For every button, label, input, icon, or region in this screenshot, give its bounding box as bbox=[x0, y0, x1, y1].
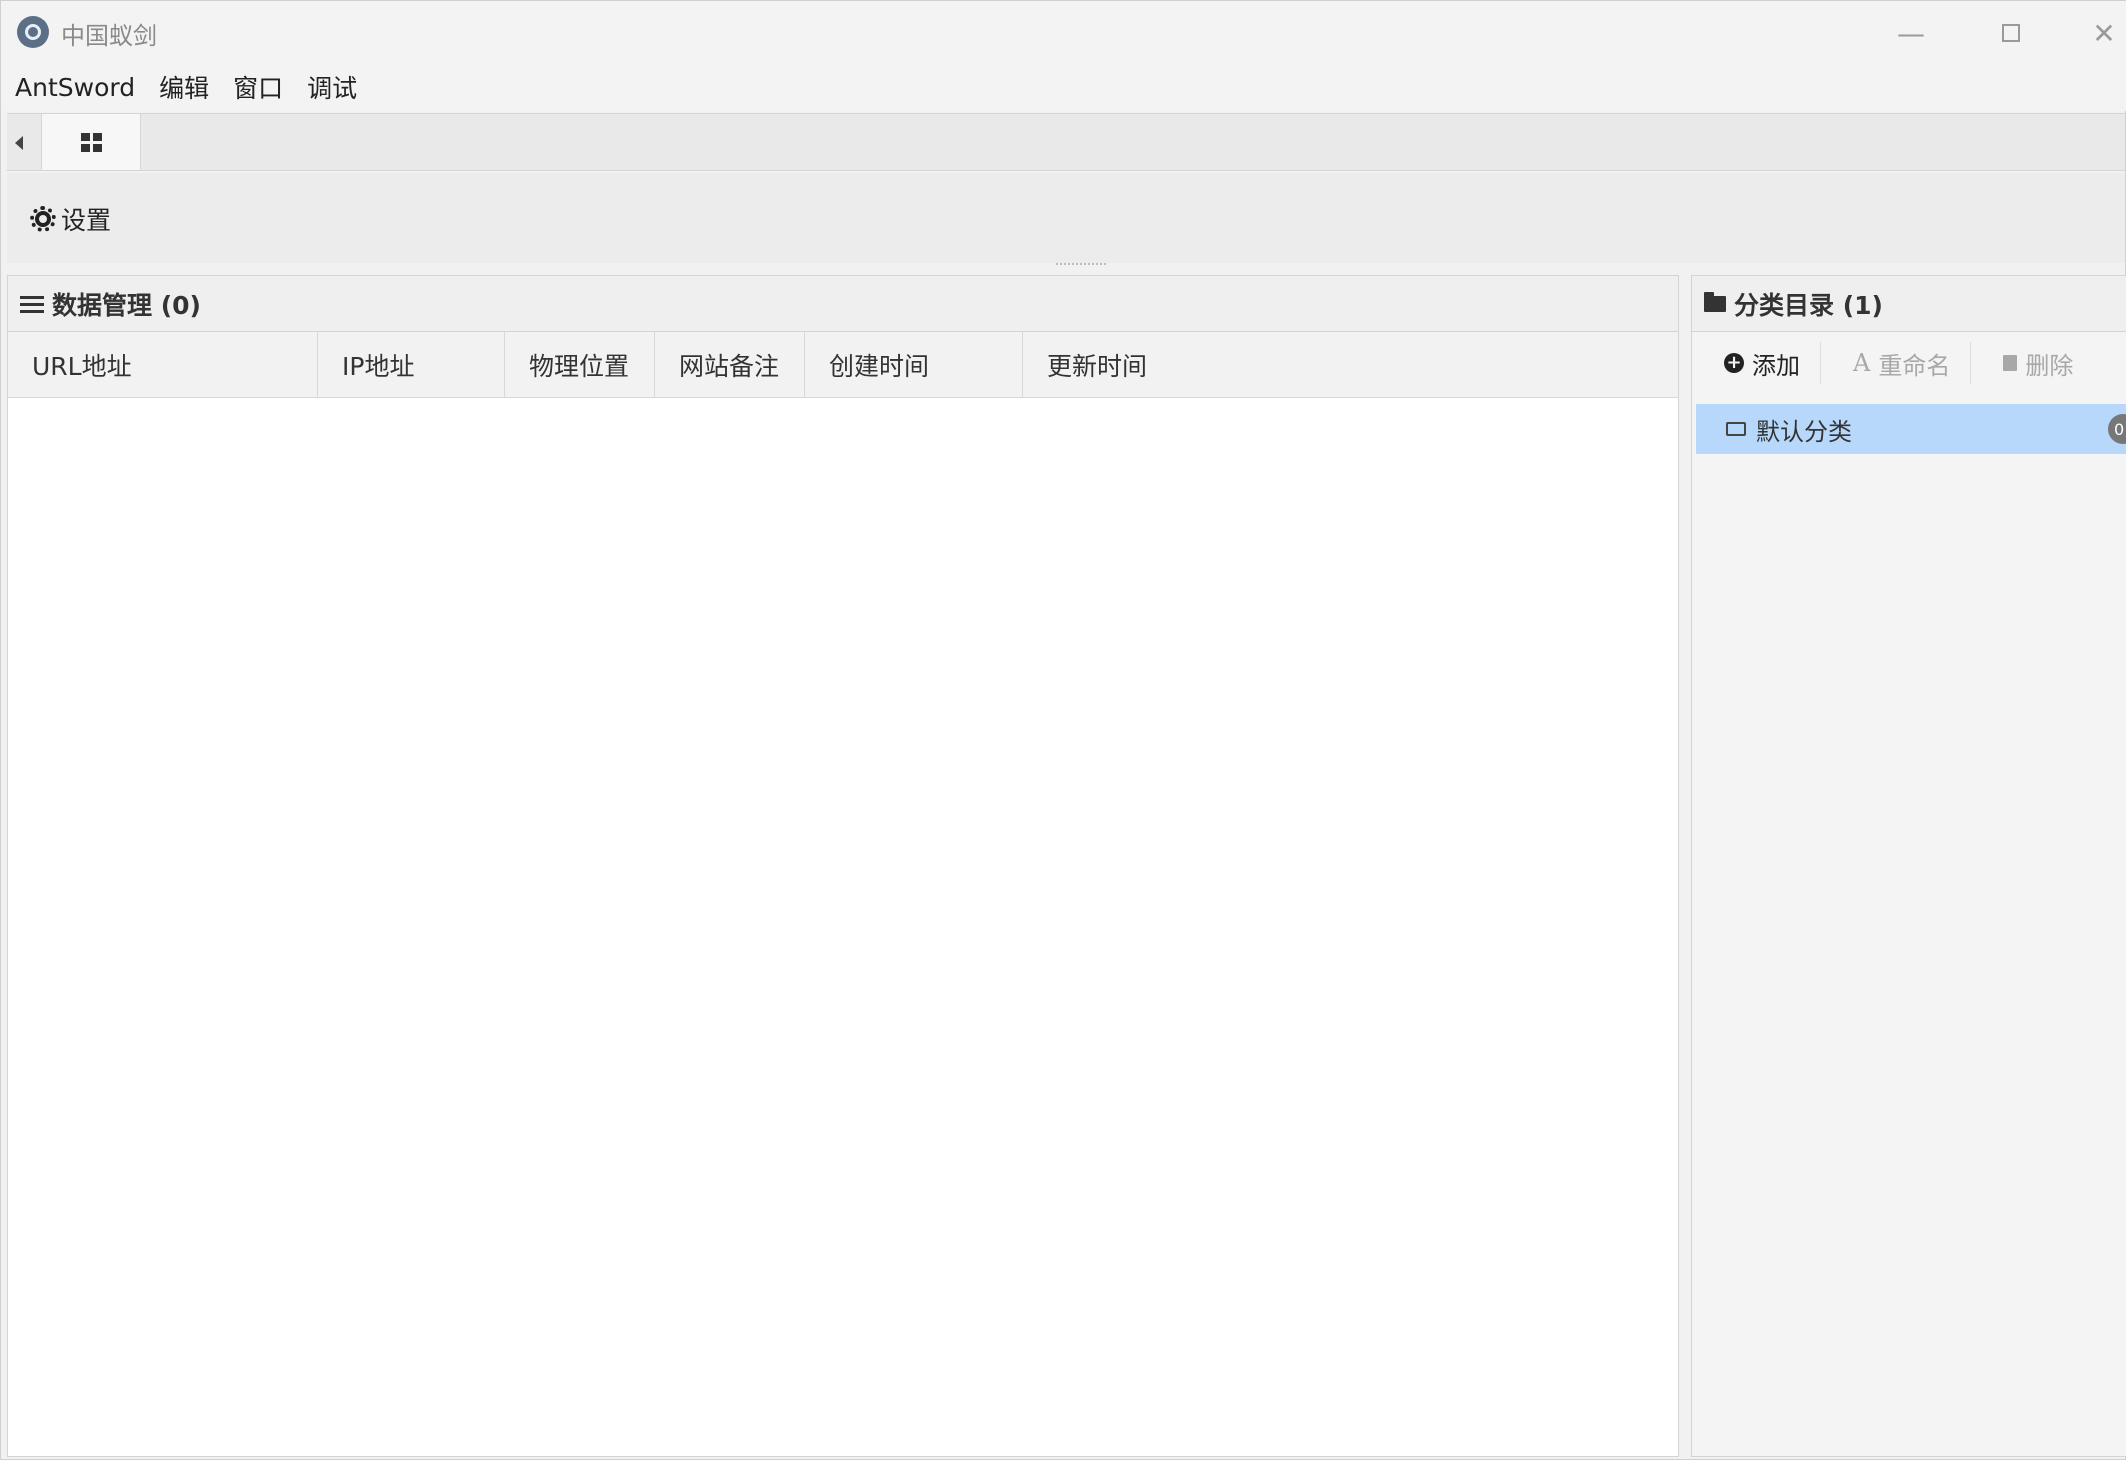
minimize-button[interactable]: — bbox=[1881, 11, 1941, 55]
menu-edit[interactable]: 编辑 bbox=[147, 69, 221, 105]
category-panel-header: 分类目录 (1) bbox=[1692, 276, 2126, 332]
add-category-button[interactable]: + 添加 bbox=[1692, 342, 1821, 384]
menu-window[interactable]: 窗口 bbox=[221, 69, 295, 105]
main-toolbar: 设置 bbox=[7, 173, 2125, 263]
trash-icon bbox=[2003, 355, 2018, 371]
resize-grip[interactable] bbox=[1056, 263, 1106, 269]
close-button[interactable]: ✕ bbox=[2081, 11, 2126, 55]
category-item-label: 默认分类 bbox=[1756, 417, 1852, 446]
menu-antsword[interactable]: AntSword bbox=[1, 73, 147, 102]
window-title: 中国蚁剑 bbox=[61, 22, 157, 50]
data-panel-title: 数据管理 (0) bbox=[52, 290, 201, 320]
data-management-panel: 数据管理 (0) URL地址 IP地址 物理位置 网站备注 创建时间 更新时间 bbox=[7, 275, 1679, 1457]
tab-scroll-left-icon[interactable] bbox=[15, 136, 23, 150]
title-bar[interactable]: 中国蚁剑 — ✕ bbox=[1, 1, 2126, 63]
antsword-logo-icon bbox=[17, 16, 49, 48]
column-header-ip[interactable]: IP地址 bbox=[318, 332, 505, 397]
menu-bar: AntSword 编辑 窗口 调试 bbox=[1, 63, 2126, 111]
maximize-icon bbox=[2002, 24, 2020, 42]
tab-home[interactable] bbox=[41, 114, 141, 170]
delete-category-button[interactable]: 删除 bbox=[1971, 342, 2093, 384]
column-header-updated[interactable]: 更新时间 bbox=[1023, 332, 1678, 397]
folder-icon bbox=[1704, 291, 1726, 312]
category-panel-title: 分类目录 (1) bbox=[1734, 290, 1883, 320]
column-header-note[interactable]: 网站备注 bbox=[655, 332, 805, 397]
delete-label: 删除 bbox=[2025, 351, 2074, 380]
font-icon: A bbox=[1853, 349, 1871, 377]
settings-label: 设置 bbox=[61, 206, 112, 235]
settings-button[interactable]: 设置 bbox=[30, 201, 112, 237]
table-body[interactable] bbox=[8, 398, 1678, 1456]
count-badge: 0 bbox=[2108, 414, 2126, 444]
list-icon bbox=[20, 295, 44, 313]
app-window: 中国蚁剑 — ✕ AntSword 编辑 窗口 调试 设置 数据管理 (0) U… bbox=[0, 0, 2126, 1460]
tab-strip bbox=[7, 113, 2125, 171]
rename-label: 重命名 bbox=[1878, 351, 1951, 380]
column-header-location[interactable]: 物理位置 bbox=[505, 332, 655, 397]
gear-icon bbox=[30, 206, 56, 232]
maximize-button[interactable] bbox=[1981, 11, 2041, 55]
rename-category-button[interactable]: A 重命名 bbox=[1821, 342, 1972, 384]
category-item-default[interactable]: 默认分类 0 bbox=[1696, 404, 2126, 454]
column-header-url[interactable]: URL地址 bbox=[8, 332, 318, 397]
table-header: URL地址 IP地址 物理位置 网站备注 创建时间 更新时间 bbox=[8, 332, 1678, 398]
plus-circle-icon: + bbox=[1724, 353, 1744, 373]
menu-debug[interactable]: 调试 bbox=[295, 69, 369, 105]
column-header-created[interactable]: 创建时间 bbox=[805, 332, 1023, 397]
category-panel: 分类目录 (1) + 添加 A 重命名 删除 默认分类 0 bbox=[1691, 275, 2126, 1457]
folder-outline-icon bbox=[1726, 422, 1746, 436]
add-label: 添加 bbox=[1752, 351, 1800, 380]
data-panel-header: 数据管理 (0) bbox=[8, 276, 1678, 332]
grid-icon bbox=[80, 132, 102, 152]
category-toolbar: + 添加 A 重命名 删除 bbox=[1692, 332, 2126, 394]
